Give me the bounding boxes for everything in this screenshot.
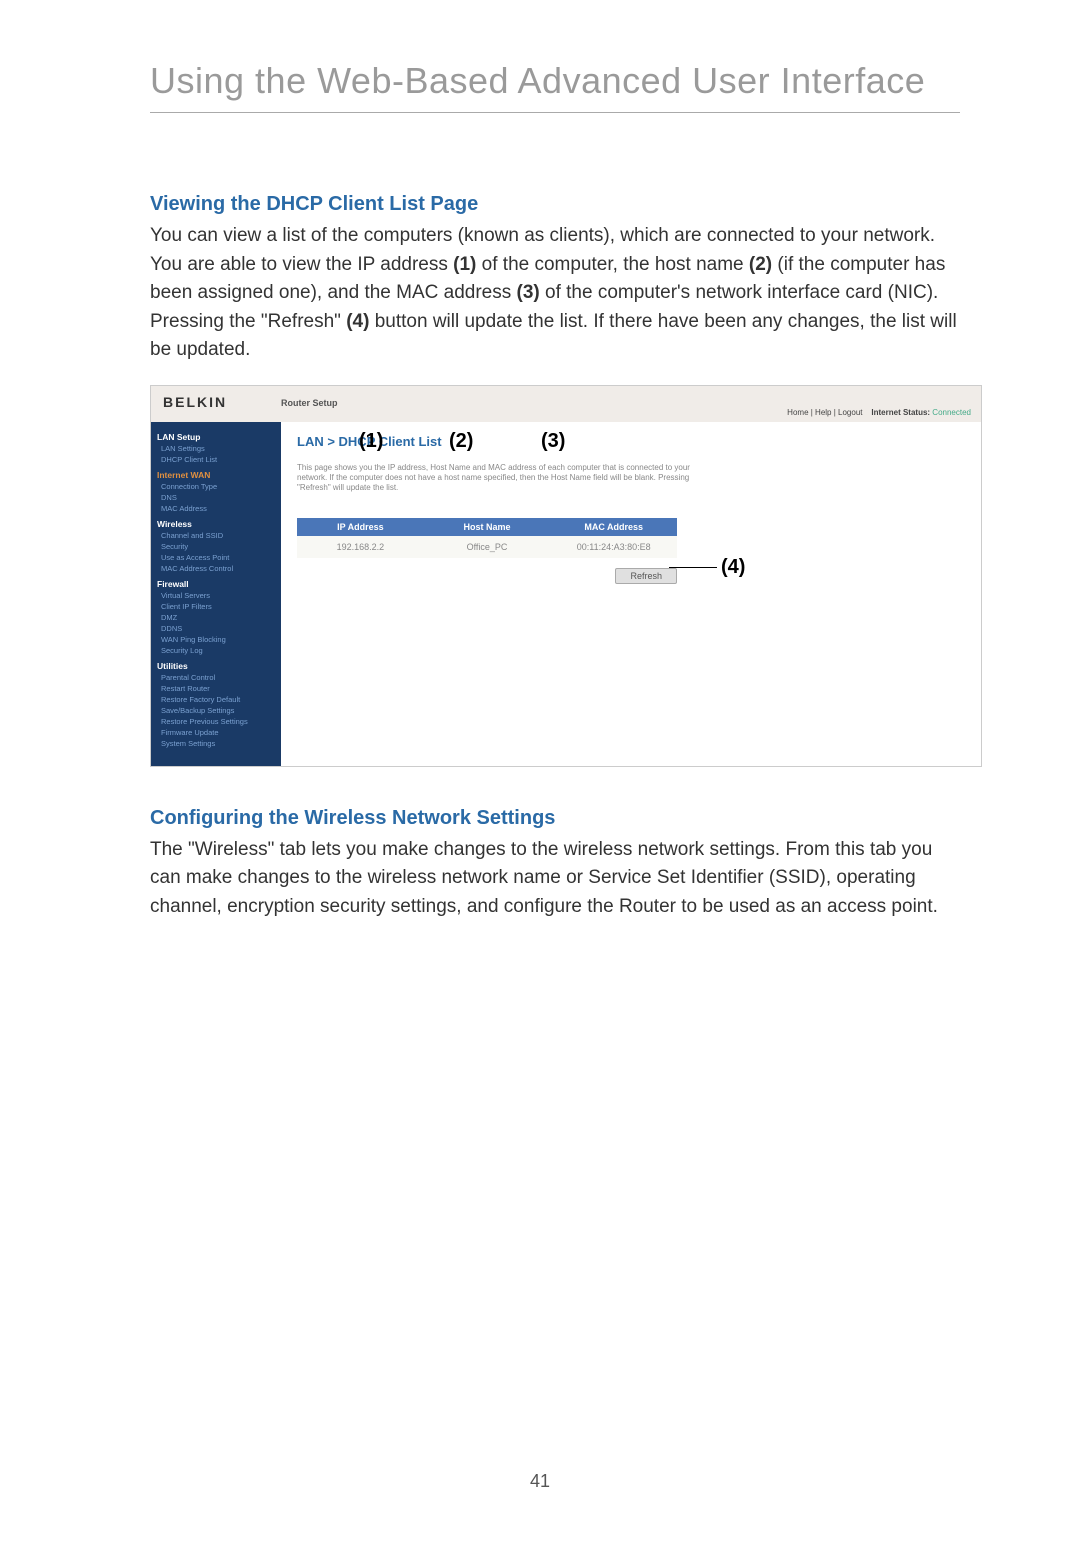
sidebar-item[interactable]: DDNS	[161, 624, 275, 633]
screenshot-main: LAN > DHCP Client List This page shows y…	[281, 422, 981, 766]
sidebar-item[interactable]: MAC Address Control	[161, 564, 275, 573]
section2-body: The "Wireless" tab lets you make changes…	[150, 836, 960, 922]
sidebar-item[interactable]: Client IP Filters	[161, 602, 275, 611]
callout-ref-3: (3)	[517, 282, 540, 303]
callout-4-line	[669, 567, 717, 568]
page-title: Using the Web-Based Advanced User Interf…	[150, 60, 960, 102]
callout-ref-1: (1)	[453, 254, 476, 275]
cell-host: Office_PC	[424, 542, 551, 552]
sidebar-item[interactable]: Parental Control	[161, 673, 275, 682]
table-row: 192.168.2.2 Office_PC 00:11:24:A3:80:E8	[297, 536, 677, 558]
refresh-wrap: Refresh	[297, 566, 677, 584]
sidebar-item[interactable]: System Settings	[161, 739, 275, 748]
sidebar-item[interactable]: WAN Ping Blocking	[161, 635, 275, 644]
callout-4: (4)	[721, 556, 745, 579]
breadcrumb: LAN > DHCP Client List	[297, 434, 965, 449]
router-screenshot: BELKIN Router Setup Home | Help | Logout…	[150, 385, 982, 767]
sidebar-head-lan: LAN Setup	[157, 432, 275, 442]
sidebar-item[interactable]: Restore Previous Settings	[161, 717, 275, 726]
dhcp-client-table: IP Address Host Name MAC Address 192.168…	[297, 518, 677, 558]
sidebar-item[interactable]: Firmware Update	[161, 728, 275, 737]
screenshot-topbar: BELKIN Router Setup Home | Help | Logout…	[151, 386, 981, 423]
sidebar-item[interactable]: Channel and SSID	[161, 531, 275, 540]
logout-link[interactable]: Logout	[838, 408, 862, 417]
sidebar-item[interactable]: Save/Backup Settings	[161, 706, 275, 715]
cell-mac: 00:11:24:A3:80:E8	[550, 542, 677, 552]
sidebar-item[interactable]: Virtual Servers	[161, 591, 275, 600]
brand-logo: BELKIN	[163, 394, 227, 410]
section1-heading: Viewing the DHCP Client List Page	[150, 193, 960, 216]
section2-heading: Configuring the Wireless Network Setting…	[150, 807, 960, 830]
status-label: Internet Status:	[871, 408, 930, 417]
home-link[interactable]: Home	[787, 408, 808, 417]
page-description: This page shows you the IP address, Host…	[297, 463, 717, 494]
status-value: Connected	[932, 408, 971, 417]
sidebar-item[interactable]: Connection Type	[161, 482, 275, 491]
sidebar-item[interactable]: Restore Factory Default	[161, 695, 275, 704]
sidebar-head-utilities: Utilities	[157, 661, 275, 671]
sidebar-item[interactable]: MAC Address	[161, 504, 275, 513]
page-number: 41	[0, 1471, 1080, 1492]
text: of the computer, the host name	[476, 254, 749, 275]
sidebar-item[interactable]: DNS	[161, 493, 275, 502]
sidebar-head-firewall: Firewall	[157, 579, 275, 589]
col-host-name: Host Name	[424, 522, 551, 532]
sidebar-head-wireless: Wireless	[157, 519, 275, 529]
callout-2: (2)	[449, 430, 473, 453]
callout-3: (3)	[541, 430, 565, 453]
sidebar-item[interactable]: Restart Router	[161, 684, 275, 693]
help-link[interactable]: Help	[815, 408, 831, 417]
table-header-row: IP Address Host Name MAC Address	[297, 518, 677, 536]
refresh-button[interactable]: Refresh	[615, 568, 677, 584]
sidebar-item[interactable]: LAN Settings	[161, 444, 275, 453]
sidebar-item[interactable]: Security Log	[161, 646, 275, 655]
sidebar-item[interactable]: Use as Access Point	[161, 553, 275, 562]
setup-label: Router Setup	[281, 398, 338, 408]
col-ip-address: IP Address	[297, 522, 424, 532]
section1-body: You can view a list of the computers (kn…	[150, 222, 960, 365]
screenshot-sidebar: LAN Setup LAN Settings DHCP Client List …	[151, 422, 281, 766]
sidebar-item[interactable]: DHCP Client List	[161, 455, 275, 464]
col-mac-address: MAC Address	[550, 522, 677, 532]
sidebar-item[interactable]: DMZ	[161, 613, 275, 622]
callout-ref-4: (4)	[346, 311, 369, 332]
top-right-links: Home | Help | Logout Internet Status: Co…	[787, 408, 971, 417]
sidebar-item[interactable]: Security	[161, 542, 275, 551]
sidebar-head-wan: Internet WAN	[157, 470, 275, 480]
title-rule	[150, 112, 960, 113]
callout-ref-2: (2)	[749, 254, 772, 275]
callout-1: (1)	[359, 430, 383, 453]
cell-ip: 192.168.2.2	[297, 542, 424, 552]
